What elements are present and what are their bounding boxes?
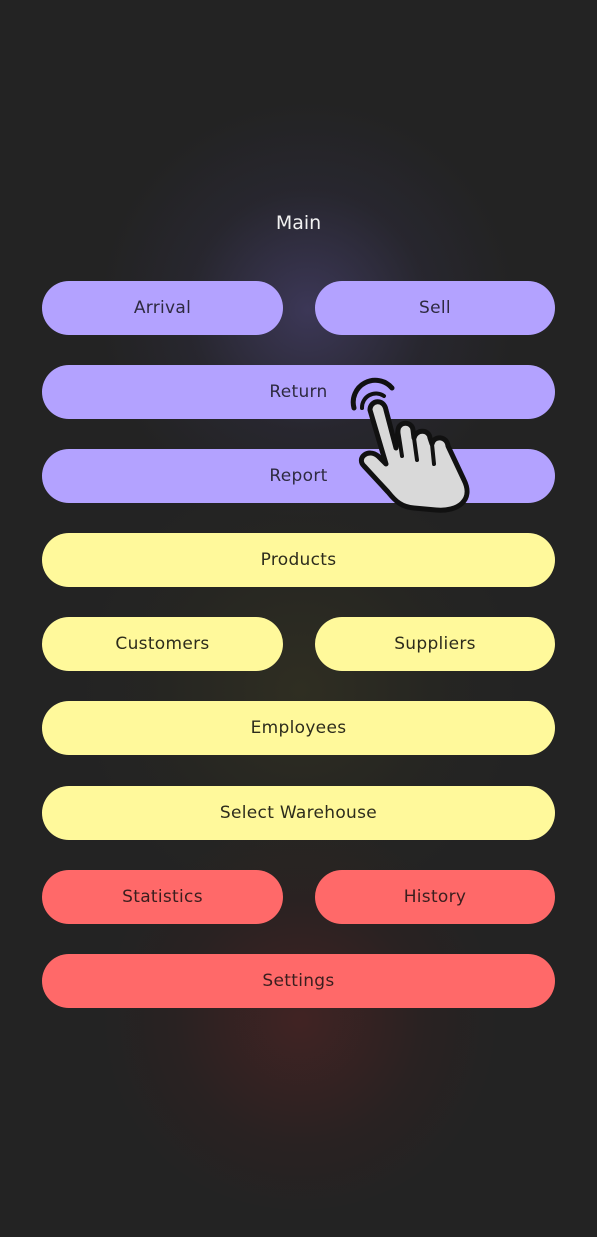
statistics-button[interactable]: Statistics [42,870,283,924]
sell-button[interactable]: Sell [315,281,555,335]
history-button[interactable]: History [315,870,555,924]
settings-button[interactable]: Settings [42,954,555,1008]
arrival-button[interactable]: Arrival [42,281,283,335]
page-title: Main [275,212,322,234]
return-button[interactable]: Return [42,365,555,419]
products-button[interactable]: Products [42,533,555,587]
suppliers-button[interactable]: Suppliers [315,617,555,671]
employees-button[interactable]: Employees [42,701,555,755]
report-button[interactable]: Report [42,449,555,503]
select-warehouse-button[interactable]: Select Warehouse [42,786,555,840]
customers-button[interactable]: Customers [42,617,283,671]
